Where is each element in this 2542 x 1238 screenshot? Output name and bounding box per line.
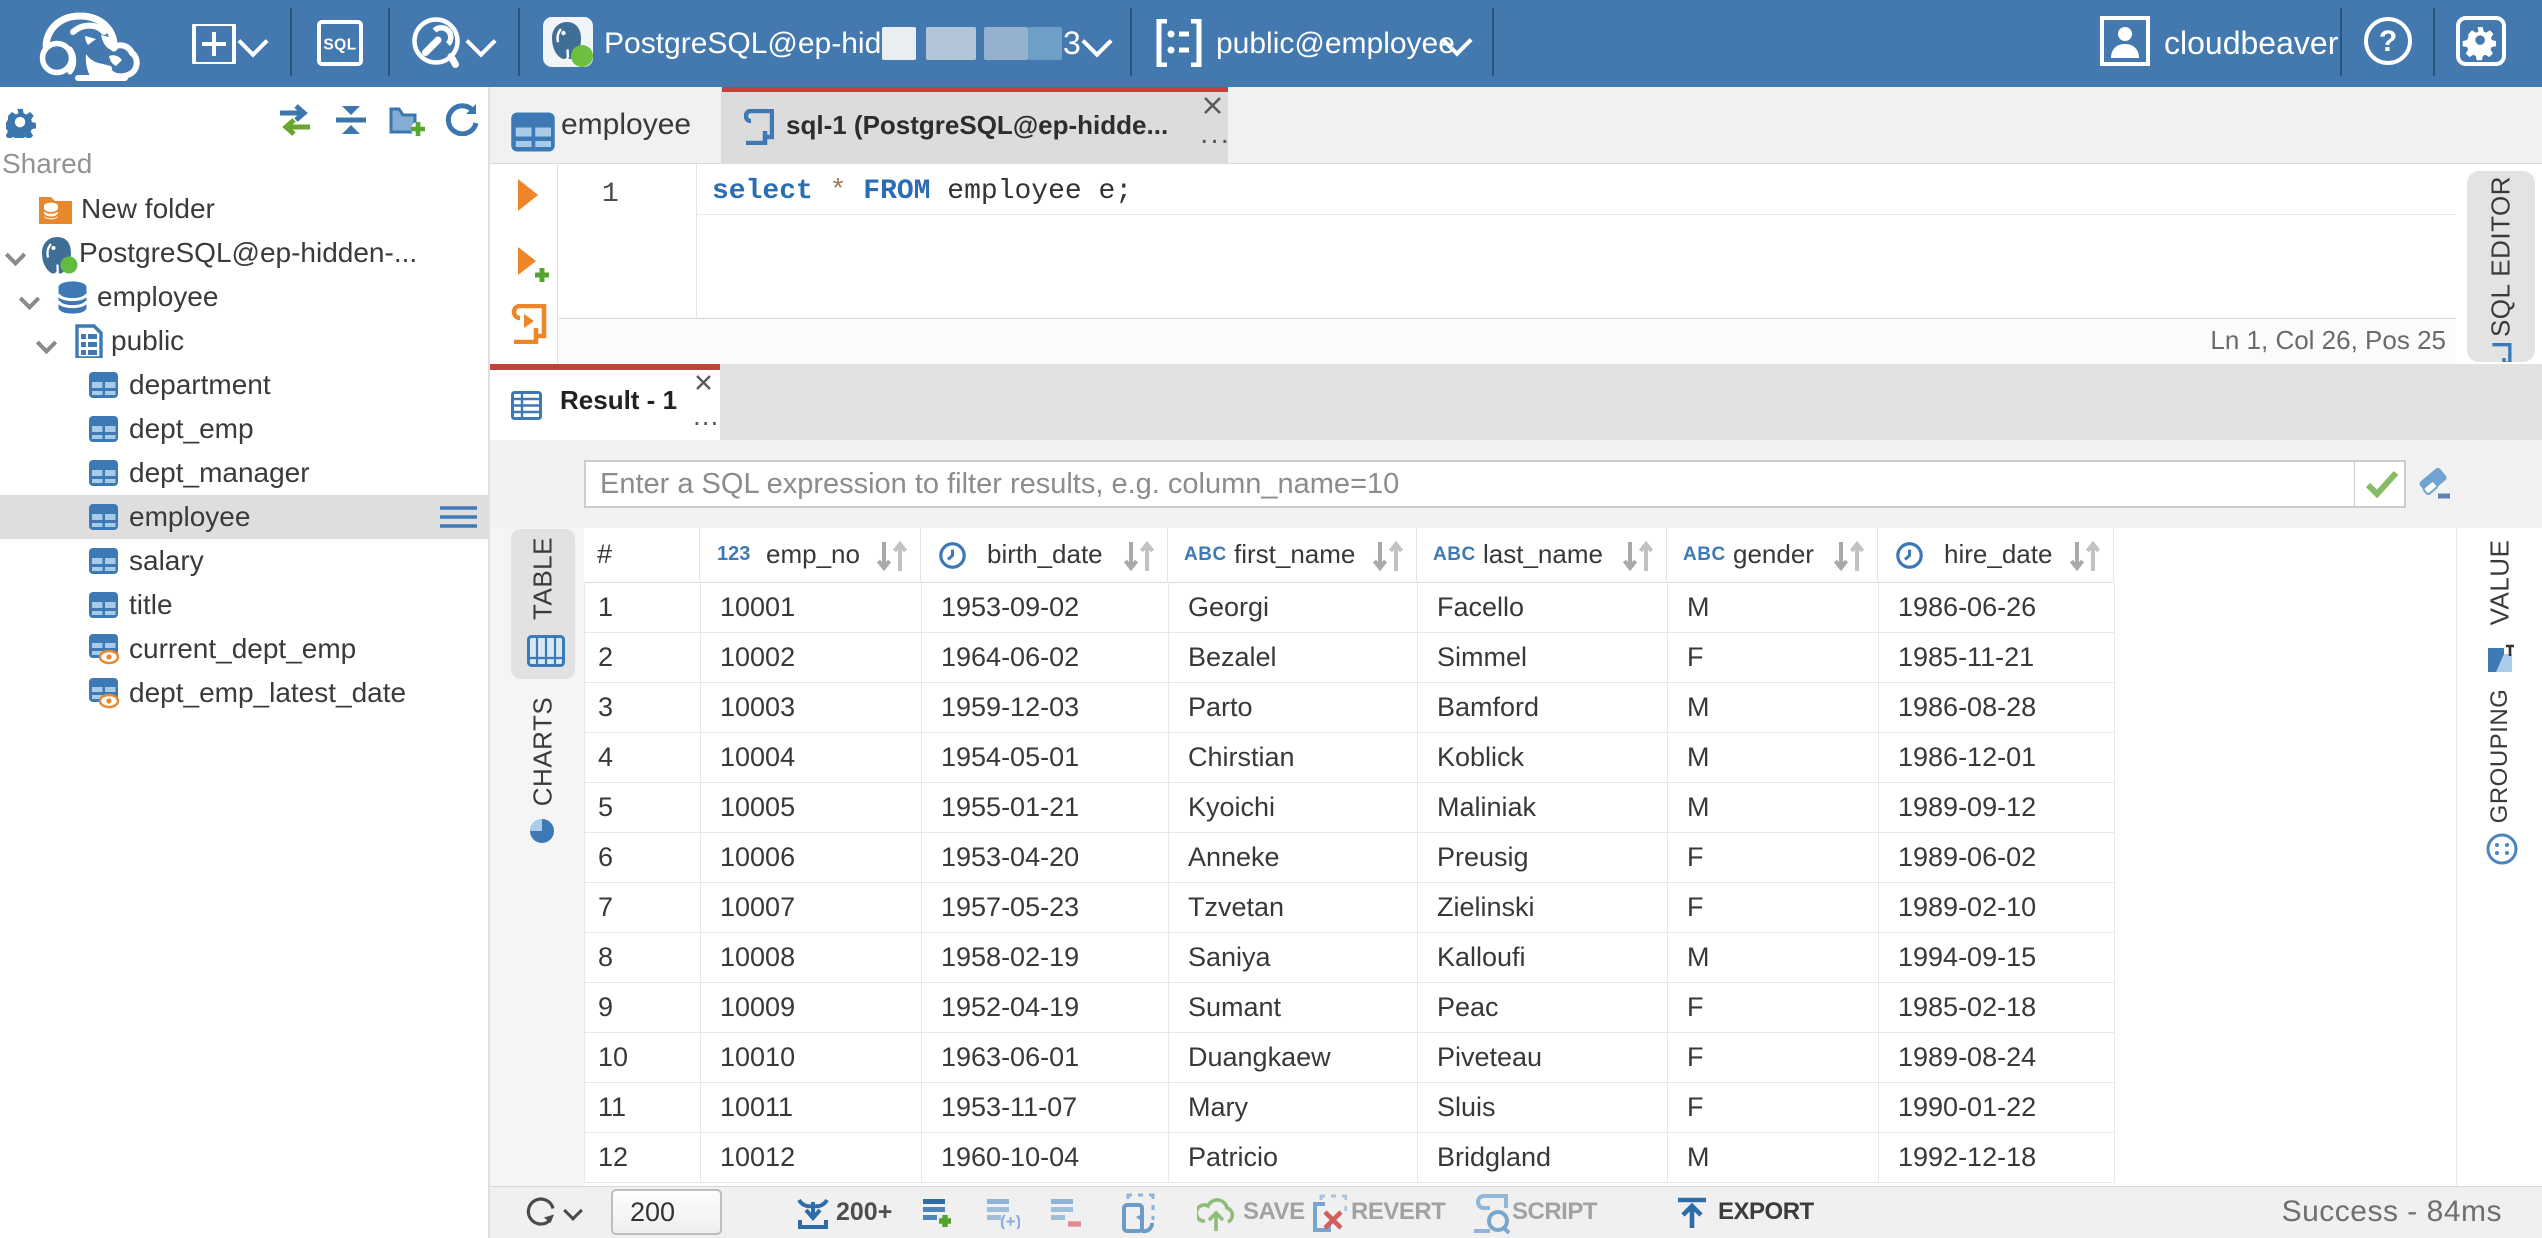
svg-text:(+): (+) xyxy=(1000,1212,1020,1229)
svg-text:SQL: SQL xyxy=(323,37,356,54)
svg-text:?: ? xyxy=(2379,25,2397,58)
